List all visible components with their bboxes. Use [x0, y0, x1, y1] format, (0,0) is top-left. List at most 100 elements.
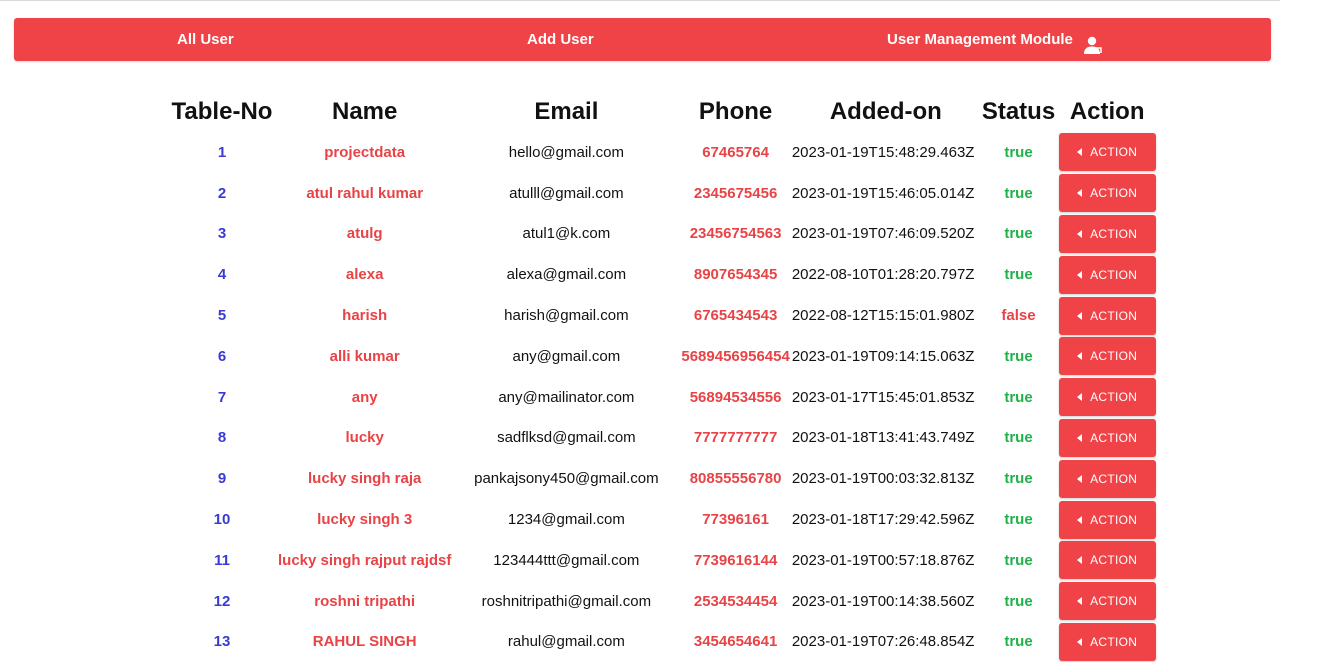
- caret-left-icon: [1077, 474, 1083, 483]
- action-button[interactable]: ACTION: [1058, 418, 1156, 457]
- action-button-label: ACTION: [1090, 226, 1138, 241]
- cell-added-on: 2023-01-19T15:48:29.463Z: [791, 143, 975, 161]
- caret-left-icon: [1077, 556, 1083, 565]
- cell-added-on: 2022-08-12T15:15:01.980Z: [791, 307, 975, 325]
- action-button[interactable]: ACTION: [1058, 622, 1156, 661]
- table-row: 3 atulg atul1@k.com 23456754563 2023-01-19T0…: [166, 214, 1159, 255]
- nav-add-user-link[interactable]: Add User: [527, 31, 594, 48]
- cell-action: ACTION: [1055, 173, 1159, 214]
- action-button-label: ACTION: [1090, 349, 1138, 364]
- table-row: 7 any any@mailinator.com 56894534556 2023-01…: [166, 377, 1159, 418]
- action-button[interactable]: ACTION: [1058, 296, 1156, 335]
- cell-added-on: 2023-01-19T07:26:48.854Z: [791, 633, 975, 651]
- action-button-label: ACTION: [1090, 430, 1138, 445]
- table-row: 10 lucky singh 3 1234@gmail.com 77396161 202…: [166, 499, 1159, 540]
- cell-added-on: 2023-01-19T00:14:38.560Z: [791, 592, 975, 610]
- cell-status: true: [1004, 470, 1033, 488]
- table-row: 6 alli kumar any@gmail.com 5689456956454 202…: [166, 336, 1159, 377]
- cell-email: pankajsony450@gmail.com: [474, 470, 659, 488]
- cell-name: lucky singh 3: [317, 511, 413, 529]
- cell-table-no: 9: [217, 470, 227, 488]
- cell-action: ACTION: [1055, 581, 1159, 622]
- user-icon: [1084, 36, 1102, 54]
- cell-status: false: [1001, 307, 1036, 325]
- table-row: 5 harish harish@gmail.com 6765434543 2022-08…: [166, 295, 1159, 336]
- header-email: Email: [534, 98, 599, 125]
- cell-table-no: 4: [217, 266, 227, 284]
- cell-status: true: [1004, 266, 1033, 284]
- cell-status: true: [1004, 347, 1033, 365]
- table-row: 11 lucky singh rajput rajdsf 123444ttt@gma…: [166, 540, 1159, 581]
- table-row: 12 roshni tripathi roshnitripathi@gmail.co…: [166, 581, 1159, 622]
- cell-status: true: [1004, 388, 1033, 406]
- action-button[interactable]: ACTION: [1058, 459, 1156, 498]
- cell-phone: 6765434543: [693, 307, 778, 325]
- cell-action: ACTION: [1055, 336, 1159, 377]
- cell-status: true: [1004, 633, 1033, 651]
- table-row: 8 lucky sadflksd@gmail.com 7777777777 2023-0…: [166, 418, 1159, 459]
- caret-left-icon: [1077, 433, 1083, 442]
- cell-status: true: [1004, 225, 1033, 243]
- cell-table-no: 7: [217, 388, 227, 406]
- action-button[interactable]: ACTION: [1058, 378, 1156, 417]
- cell-name: atul rahul kumar: [306, 184, 424, 202]
- action-button[interactable]: ACTION: [1058, 133, 1156, 172]
- caret-left-icon: [1077, 352, 1083, 361]
- action-button-label: ACTION: [1090, 186, 1138, 201]
- caret-left-icon: [1077, 148, 1083, 157]
- cell-status: true: [1004, 511, 1033, 529]
- cell-name: atulg: [346, 225, 383, 243]
- action-button[interactable]: ACTION: [1058, 500, 1156, 539]
- cell-added-on: 2023-01-19T09:14:15.063Z: [791, 347, 975, 365]
- action-button[interactable]: ACTION: [1058, 541, 1156, 580]
- top-navbar: All User Add User User Management Module: [14, 18, 1271, 61]
- cell-action: ACTION: [1055, 132, 1159, 173]
- action-button-label: ACTION: [1090, 390, 1138, 405]
- action-button-label: ACTION: [1090, 553, 1138, 568]
- cell-email: hello@gmail.com: [508, 143, 625, 161]
- cell-name: alexa: [345, 266, 384, 284]
- cell-status: true: [1004, 592, 1033, 610]
- cell-status: true: [1004, 184, 1033, 202]
- cell-phone: 8907654345: [693, 266, 778, 284]
- action-button-label: ACTION: [1090, 267, 1138, 282]
- caret-left-icon: [1077, 393, 1083, 402]
- caret-left-icon: [1077, 311, 1083, 320]
- caret-left-icon: [1077, 229, 1083, 238]
- cell-action: ACTION: [1055, 418, 1159, 459]
- cell-email: roshnitripathi@gmail.com: [481, 592, 652, 610]
- cell-table-no: 6: [217, 347, 227, 365]
- caret-left-icon: [1077, 189, 1083, 198]
- caret-left-icon: [1077, 637, 1083, 646]
- action-button[interactable]: ACTION: [1058, 214, 1156, 253]
- cell-name: lucky singh raja: [307, 470, 422, 488]
- cell-name: alli kumar: [329, 347, 400, 365]
- header-name: Name: [332, 98, 398, 125]
- cell-added-on: 2023-01-19T00:03:32.813Z: [791, 470, 975, 488]
- cell-table-no: 13: [213, 633, 231, 651]
- action-button[interactable]: ACTION: [1058, 174, 1156, 213]
- cell-phone: 23456754563: [689, 225, 782, 243]
- nav-all-user-link[interactable]: All User: [177, 31, 234, 48]
- cell-email: sadflksd@gmail.com: [497, 429, 636, 447]
- action-button[interactable]: ACTION: [1058, 255, 1156, 294]
- table-row: 13 RAHUL SINGH rahul@gmail.com 3454654641 20…: [166, 622, 1159, 662]
- action-button[interactable]: ACTION: [1058, 582, 1156, 621]
- table-row: 4 alexa alexa@gmail.com 8907654345 2022-08-1…: [166, 254, 1159, 295]
- cell-status: true: [1004, 143, 1033, 161]
- action-button[interactable]: ACTION: [1058, 337, 1156, 376]
- cell-name: projectdata: [324, 143, 406, 161]
- caret-left-icon: [1077, 515, 1083, 524]
- cell-email: 123444ttt@gmail.com: [493, 551, 640, 569]
- cell-phone: 67465764: [702, 143, 769, 161]
- cell-action: ACTION: [1055, 458, 1159, 499]
- cell-phone: 2345675456: [693, 184, 778, 202]
- table-header-row: Table-No Name Email Phone Added-on Statu…: [166, 92, 1159, 132]
- cell-added-on: 2023-01-19T00:57:18.876Z: [791, 551, 975, 569]
- cell-name: roshni tripathi: [314, 592, 416, 610]
- cell-name: any: [351, 388, 378, 406]
- cell-email: rahul@gmail.com: [507, 633, 625, 651]
- cell-phone: 80855556780: [689, 470, 782, 488]
- header-phone: Phone: [698, 98, 773, 125]
- cell-added-on: 2023-01-19T07:46:09.520Z: [791, 225, 975, 243]
